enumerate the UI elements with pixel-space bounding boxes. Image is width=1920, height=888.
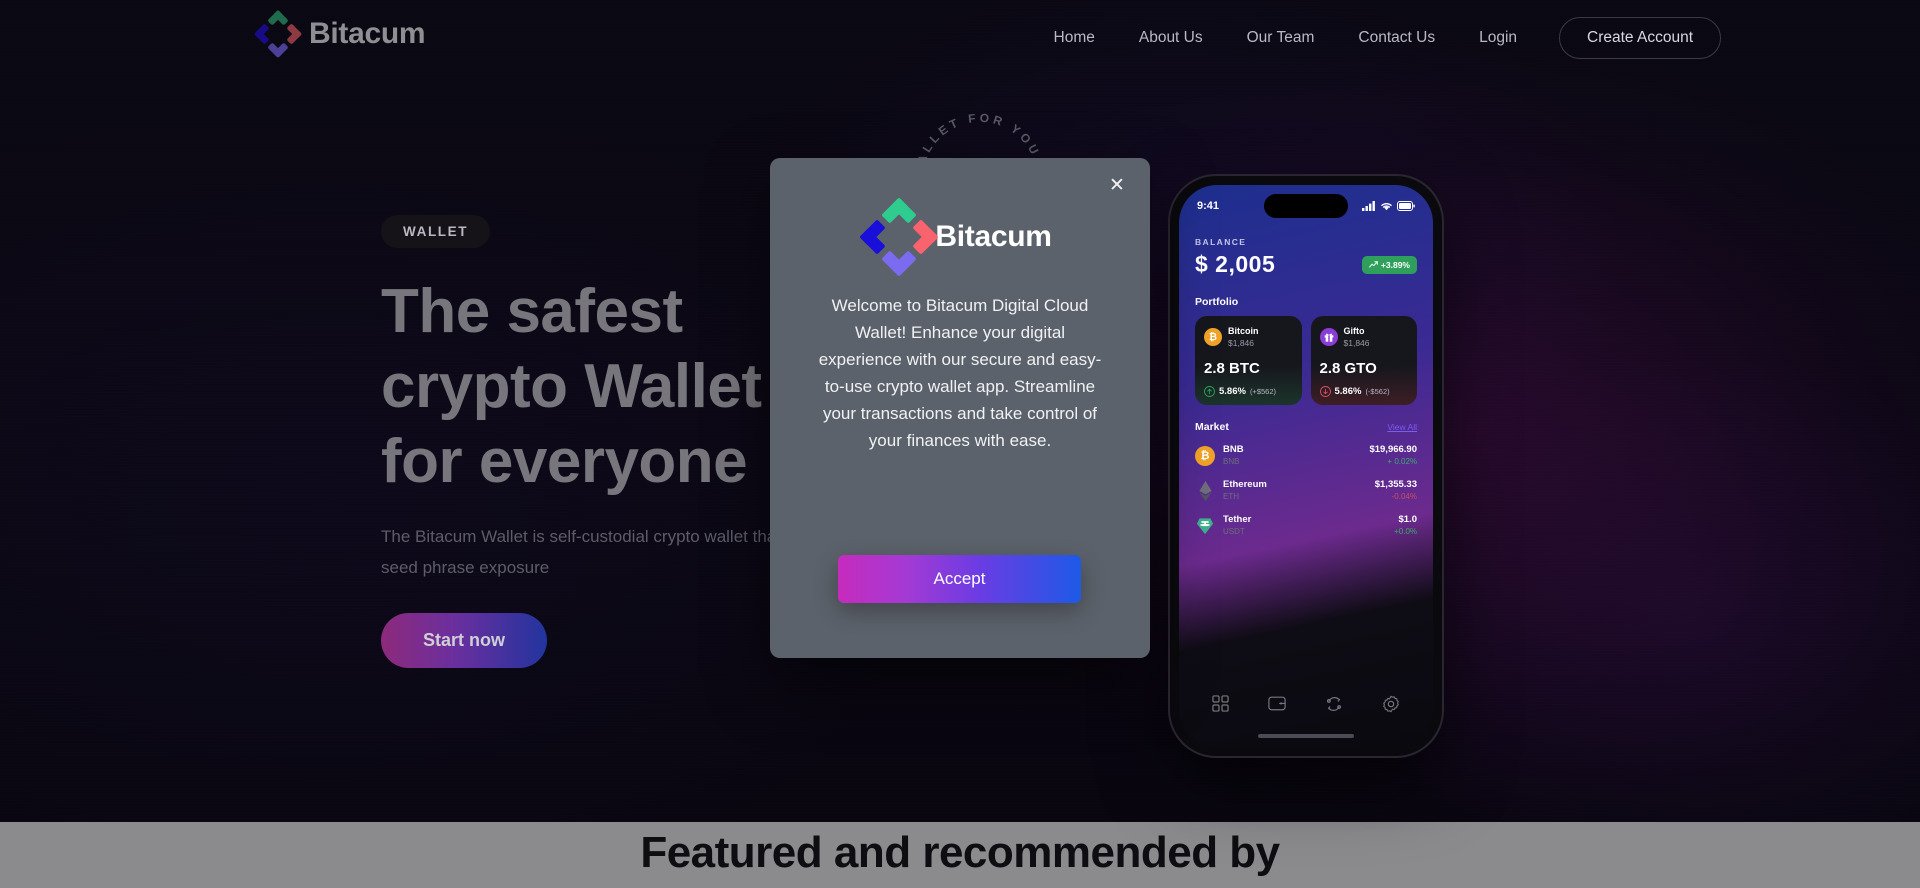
welcome-modal: ✕ Bitacum Welcome to Bitacum Digital Clo… — [770, 158, 1150, 658]
modal-body-text: Welcome to Bitacum Digital Cloud Wallet!… — [818, 296, 1102, 450]
close-icon[interactable]: ✕ — [1104, 173, 1130, 199]
modal-title: Bitacum — [935, 220, 1052, 253]
modal-overlay: ✕ Bitacum Welcome to Bitacum Digital Clo… — [0, 0, 1920, 888]
bitacum-puzzle-logo-icon — [859, 197, 939, 277]
accept-button[interactable]: Accept — [838, 555, 1081, 603]
page-root: Bitacum Home About Us Our Team Contact U… — [0, 0, 1920, 888]
modal-brand-group: Bitacum — [814, 158, 1106, 277]
